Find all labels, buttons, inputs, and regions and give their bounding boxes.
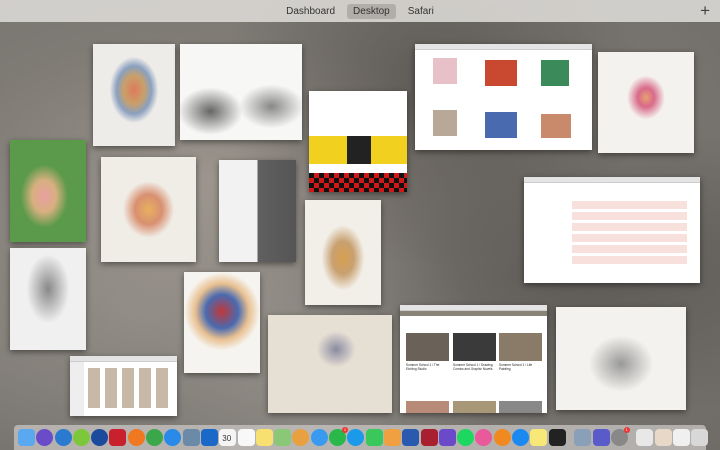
pages-icon[interactable] (383, 429, 401, 446)
imovie-icon[interactable] (438, 429, 456, 446)
facetime-icon[interactable] (365, 429, 383, 446)
red-app-icon[interactable] (109, 429, 127, 446)
word-icon[interactable] (402, 429, 420, 446)
window-woman-drawing[interactable] (101, 157, 196, 262)
window-smoking-sketch[interactable] (219, 160, 296, 262)
appstore-icon[interactable] (512, 429, 530, 446)
course-title[interactable]: Summer School 1 / The Etching Studio (406, 363, 449, 371)
person-icon[interactable] (91, 429, 109, 446)
spotify-icon[interactable] (457, 429, 475, 446)
window-safari-courses[interactable]: Summer School 1 / The Etching Studio Sum… (400, 305, 547, 413)
notification-badge: 1 (623, 427, 630, 433)
outlook-icon[interactable] (200, 429, 218, 446)
window-figure-sketch[interactable] (305, 200, 381, 305)
messages-icon[interactable] (310, 429, 328, 446)
skype-icon[interactable] (347, 429, 365, 446)
window-colorful-woman[interactable] (10, 140, 86, 242)
window-shirt-sketch[interactable] (93, 44, 175, 146)
ibooks-icon[interactable] (493, 429, 511, 446)
preview-icon[interactable] (182, 429, 200, 446)
add-space-button[interactable]: + (700, 1, 710, 21)
window-finder[interactable] (70, 356, 177, 416)
course-title[interactable]: Summer School 1 / Drawing Comics and Gra… (453, 363, 496, 371)
notification-badge: 1 (342, 427, 349, 433)
window-kitchen-illustration[interactable] (309, 91, 407, 192)
window-bed-sketch[interactable] (556, 307, 686, 410)
window-web-form[interactable] (524, 177, 700, 283)
calendar-icon[interactable]: 30 (219, 429, 237, 446)
window-photo[interactable] (268, 315, 392, 413)
notes-icon[interactable] (255, 429, 273, 446)
whatsapp-icon[interactable]: 1 (329, 427, 349, 446)
trash-icon[interactable] (691, 429, 709, 446)
play-icon[interactable] (548, 429, 566, 446)
stickies-icon[interactable] (530, 429, 548, 446)
course-title[interactable]: Summer School 1 / Life Painting (499, 363, 542, 371)
teams-icon[interactable] (592, 429, 610, 446)
photos-icon[interactable] (292, 429, 310, 446)
dock: 30 1 1 (14, 425, 709, 450)
firefox-icon[interactable] (127, 429, 145, 446)
window-smoking-sketch-2[interactable] (10, 248, 86, 350)
space-desktop[interactable]: Desktop (347, 3, 396, 19)
maps-icon[interactable] (274, 429, 292, 446)
window-safari-gallery[interactable] (415, 44, 592, 150)
image-capture-icon[interactable] (574, 429, 592, 446)
calendar-date: 30 (222, 434, 232, 443)
photobooth-icon[interactable] (420, 429, 438, 446)
spaces-bar: Dashboard Desktop Safari + (0, 0, 720, 22)
window-colorful-painting[interactable] (184, 272, 260, 373)
gear-icon[interactable]: 1 (610, 427, 630, 446)
reminders-icon[interactable] (237, 429, 255, 446)
window-seated-figure[interactable] (598, 52, 694, 153)
space-safari[interactable]: Safari (402, 4, 440, 19)
figure-icon[interactable] (54, 429, 72, 446)
document-icon[interactable] (636, 429, 654, 446)
dragon-icon[interactable] (72, 429, 90, 446)
siri-icon[interactable] (36, 429, 54, 446)
document-icon[interactable] (654, 429, 672, 446)
document-icon[interactable] (672, 429, 690, 446)
chrome-icon[interactable] (146, 429, 164, 446)
itunes-icon[interactable] (475, 429, 493, 446)
safari-icon[interactable] (164, 429, 182, 446)
space-dashboard[interactable]: Dashboard (280, 4, 341, 19)
window-boys-drawing[interactable] (180, 44, 302, 140)
finder-icon[interactable] (18, 429, 35, 446)
